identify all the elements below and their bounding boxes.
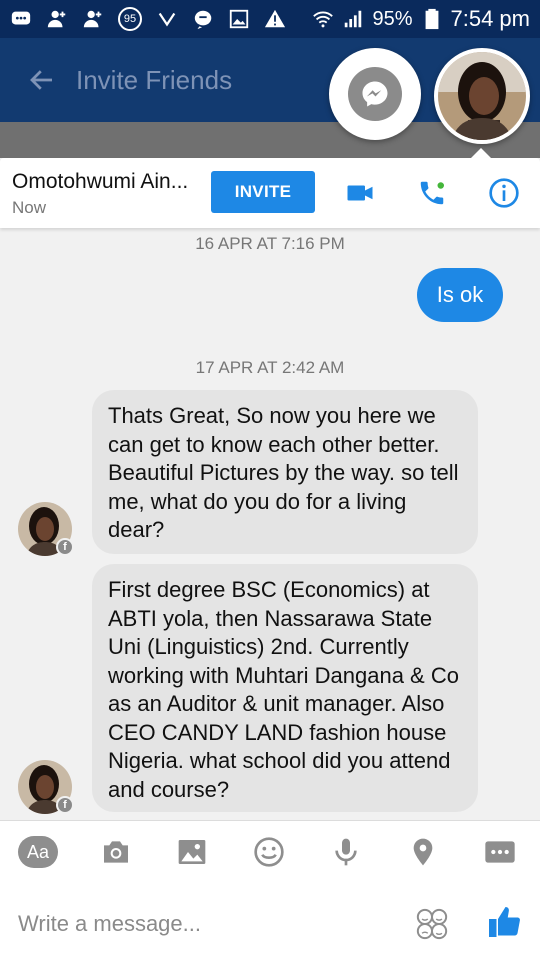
message-icon xyxy=(192,8,214,30)
more-icon[interactable] xyxy=(480,832,520,872)
microphone-icon[interactable] xyxy=(326,832,366,872)
page-title: Invite Friends xyxy=(76,64,233,95)
battery-icon xyxy=(421,8,443,30)
camera-icon[interactable] xyxy=(96,832,136,872)
back-arrow-icon[interactable] xyxy=(22,60,62,100)
check-icon xyxy=(156,8,178,30)
gallery-icon[interactable] xyxy=(172,832,212,872)
incoming-message[interactable]: Thats Great, So now you here we can get … xyxy=(92,390,478,554)
add-friend-icon xyxy=(46,8,68,30)
thumbs-up-icon[interactable] xyxy=(484,902,524,942)
facebook-badge-icon: f xyxy=(56,796,74,814)
messenger-icon xyxy=(348,67,402,121)
notification-count-badge: 95 xyxy=(118,7,142,31)
location-icon[interactable] xyxy=(403,832,443,872)
emoji-icon[interactable] xyxy=(249,832,289,872)
info-icon[interactable] xyxy=(487,176,521,210)
avatar xyxy=(438,52,526,140)
contact-chat-head[interactable] xyxy=(434,48,530,144)
contact-name[interactable]: Omotohwumi Ain... xyxy=(12,170,188,194)
status-bar: 95 95% 7:54 pm xyxy=(0,0,540,38)
message-input[interactable] xyxy=(18,904,398,944)
image-icon xyxy=(228,8,250,30)
clock: 7:54 pm xyxy=(450,6,531,31)
message-timestamp: 17 APR AT 2:42 AM xyxy=(195,358,345,377)
outgoing-message[interactable]: Is ok xyxy=(417,268,503,322)
message-timestamp: 16 APR AT 7:16 PM xyxy=(195,234,345,253)
incoming-message[interactable]: First degree BSC (Economics) at ABTI yol… xyxy=(92,564,478,812)
presence-status: Now xyxy=(12,198,47,217)
facebook-badge-icon: f xyxy=(56,538,74,556)
voice-call-icon[interactable] xyxy=(415,176,449,210)
chat-bubble-icon xyxy=(10,8,32,30)
battery-percent: 95% xyxy=(372,7,413,30)
video-call-icon[interactable] xyxy=(343,176,377,210)
warning-icon xyxy=(264,8,286,30)
aa-label: Aa xyxy=(18,836,58,868)
signal-icon xyxy=(342,8,364,30)
text-format-button[interactable]: Aa xyxy=(18,832,58,872)
add-friend-icon xyxy=(82,8,104,30)
invite-button[interactable]: INVITE xyxy=(211,171,315,213)
messenger-chat-head[interactable] xyxy=(329,48,421,140)
chat-head-pointer xyxy=(471,148,491,158)
stickers-icon[interactable] xyxy=(412,904,452,944)
wifi-icon xyxy=(312,8,334,30)
